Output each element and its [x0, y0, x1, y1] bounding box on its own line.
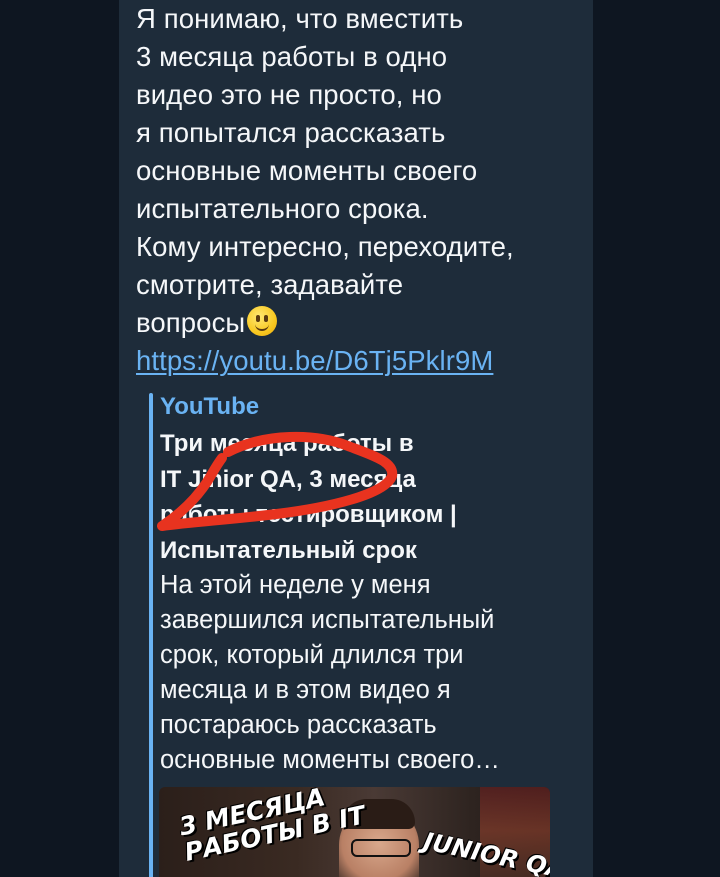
preview-title: Три месяца работы в IT Jinior QA, 3 меся…	[160, 426, 560, 568]
preview-title-line: Три месяца работы в	[160, 430, 414, 457]
message-text: Я понимаю, что вместить 3 месяца работы …	[136, 0, 586, 380]
preview-site-name: YouTube	[160, 393, 260, 420]
preview-title-line: IT Jinior QA, 3 месяца	[160, 465, 416, 493]
message-line-last: вопросы	[136, 304, 586, 342]
message-line: основные моменты своего	[136, 155, 478, 186]
preview-desc-line: месяца и в этом видео я	[160, 676, 451, 704]
preview-accent-bar	[149, 393, 153, 877]
preview-desc-line: На этой неделе у меня	[160, 571, 431, 599]
preview-desc-line: основные моменты своего…	[160, 746, 500, 774]
preview-desc-line: завершился испытательный	[160, 606, 495, 634]
preview-desc-line: постараюсь рассказать	[160, 711, 437, 739]
youtube-link-line: https://youtu.be/D6Tj5Pklr9M	[136, 342, 586, 380]
message-line: я попытался рассказать	[136, 117, 446, 148]
video-thumbnail[interactable]: 3 МЕСЯЦА РАБОТЫ В IT JUNIOR QA	[159, 787, 550, 877]
youtube-link[interactable]: https://youtu.be/D6Tj5Pklr9M	[136, 345, 493, 376]
chat-screen: Я понимаю, что вместить 3 месяца работы …	[0, 0, 720, 877]
message-line: вопросы	[136, 307, 246, 338]
smiling-face-emoji-icon	[247, 306, 278, 336]
preview-description: На этой неделе у меня завершился испытат…	[160, 568, 560, 778]
preview-title-line: Испытательный срок	[160, 536, 417, 564]
message-line: смотрите, задавайте	[136, 269, 404, 300]
message-line: Кому интересно, переходите,	[136, 231, 514, 262]
message-line: 3 месяца работы в одно	[136, 41, 448, 72]
message-line: испытательного срока.	[136, 193, 429, 224]
preview-desc-line: срок, который длился три	[160, 641, 464, 669]
thumbnail-person-glasses	[351, 839, 411, 857]
preview-title-line: работы тестировщиком |	[160, 501, 457, 528]
message-line: Я понимаю, что вместить	[136, 3, 464, 34]
message-line: видео это не просто, но	[136, 79, 442, 110]
